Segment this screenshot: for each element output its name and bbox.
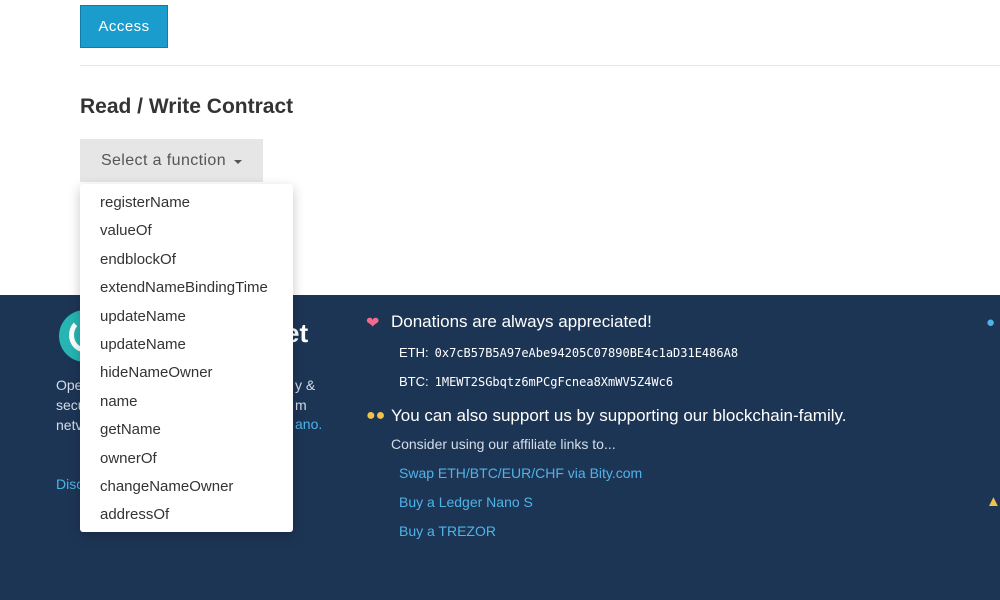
family-title: You can also support us by supporting ou… — [391, 406, 847, 425]
affiliate-intro-text: Consider using our affiliate links to... — [391, 436, 616, 452]
access-button[interactable]: Access — [80, 5, 168, 48]
dropdown-item-updatename-2[interactable]: updateName — [80, 331, 293, 359]
praying-icon: ▲ — [986, 493, 1000, 510]
dropdown-item-registername[interactable]: registerName — [80, 189, 293, 217]
dropdown-item-ownerof[interactable]: ownerOf — [80, 445, 293, 473]
ledger-link[interactable]: Buy a Ledger Nano S — [399, 494, 533, 510]
function-dropdown: registerName valueOf endblockOf extendNa… — [80, 184, 293, 532]
dropdown-item-updatename[interactable]: updateName — [80, 303, 293, 331]
heart-icon: ❤ — [366, 315, 380, 332]
btc-address-row: BTC: 1MEWT2SGbqtz6mPCgFcnea8XmWV5Z4Wc6 — [399, 374, 673, 389]
section-title: Read / Write Contract — [80, 95, 294, 118]
family-icon: ●● — [366, 407, 386, 424]
eth-address: 0x7cB57B5A97eAbe94205C07890BE4c1aD31E486… — [434, 346, 739, 360]
dropdown-item-endblockof[interactable]: endblockOf — [80, 246, 293, 274]
select-function-button[interactable]: Select a function — [80, 139, 263, 182]
dropdown-item-changenameowner[interactable]: changeNameOwner — [80, 473, 293, 501]
caret-down-icon — [234, 159, 243, 164]
eth-address-row: ETH: 0x7cB57B5A97eAbe94205C07890BE4c1aD31… — [399, 345, 738, 360]
about-text-fragment: m — [295, 397, 307, 413]
dropdown-item-extendnamebindingtime[interactable]: extendNameBindingTime — [80, 274, 293, 302]
dropdown-item-addressof[interactable]: addressOf — [80, 501, 293, 529]
about-link-fragment[interactable]: ano. — [295, 416, 322, 432]
dropdown-item-name[interactable]: name — [80, 388, 293, 416]
dropdown-item-hidenameowner[interactable]: hideNameOwner — [80, 359, 293, 387]
select-function-label: Select a function — [100, 151, 227, 169]
dropdown-item-getname[interactable]: getName — [80, 416, 293, 444]
about-text-line: Ope — [56, 377, 83, 393]
globe-icon: ● — [986, 314, 996, 331]
eth-label: ETH: — [399, 345, 429, 360]
btc-label: BTC: — [399, 374, 429, 389]
dropdown-item-valueof[interactable]: valueOf — [80, 217, 293, 245]
donations-title: Donations are always appreciated! — [391, 312, 652, 331]
bity-swap-link[interactable]: Swap ETH/BTC/EUR/CHF via Bity.com — [399, 465, 642, 481]
trezor-link[interactable]: Buy a TREZOR — [399, 523, 496, 539]
divider — [80, 65, 1000, 66]
about-text-fragment: y & — [295, 377, 316, 393]
about-text-line: netv — [56, 417, 83, 433]
btc-address: 1MEWT2SGbqtz6mPCgFcnea8XmWV5Z4Wc6 — [434, 375, 674, 389]
